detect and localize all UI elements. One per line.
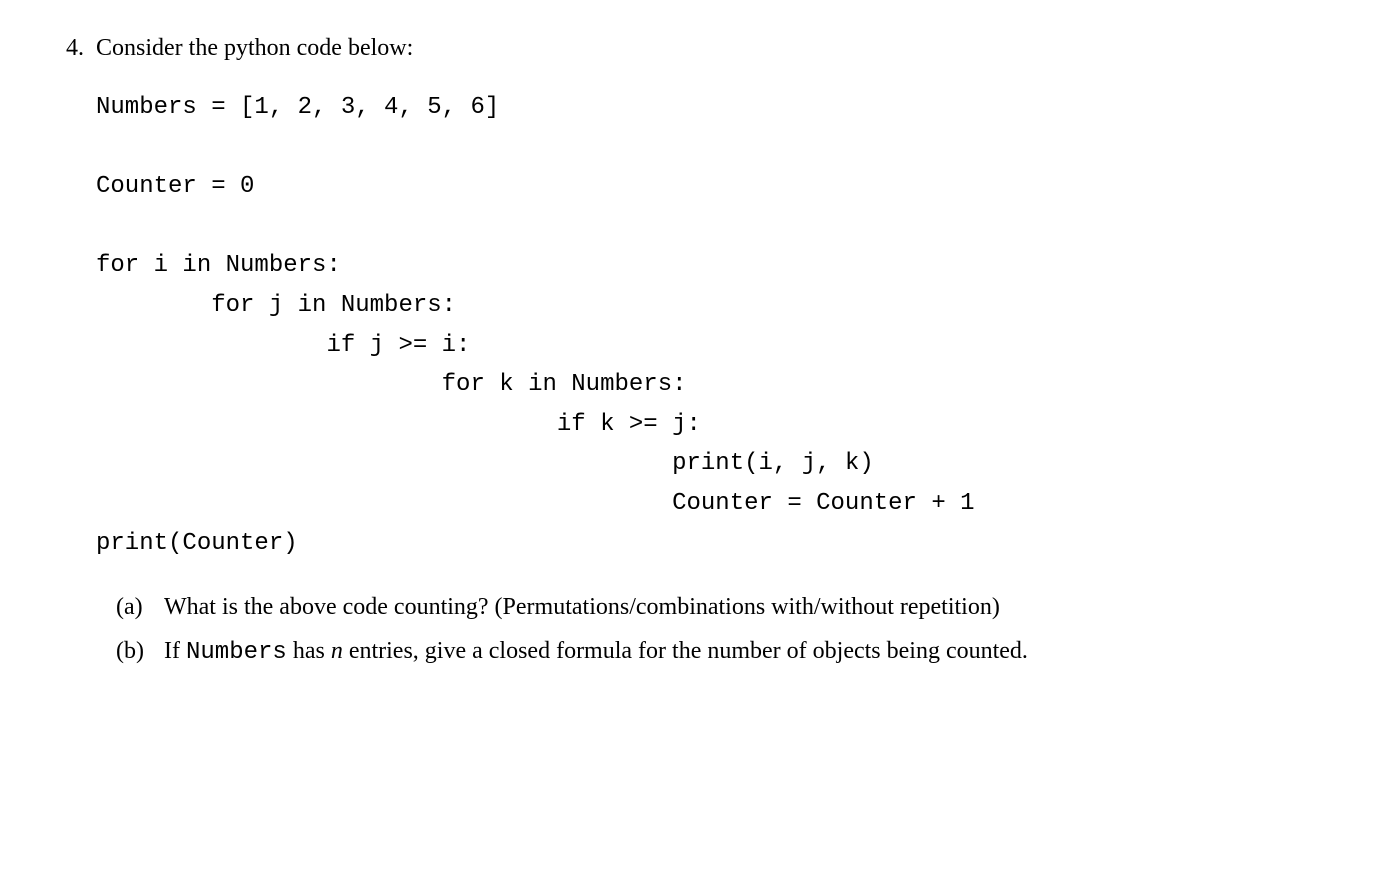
problem-intro: Consider the python code below: <box>96 30 1336 66</box>
tt-numbers: Numbers <box>186 639 287 666</box>
sub-label-b: (b) <box>116 633 164 669</box>
problem-number: 4. <box>50 30 96 66</box>
problem-container: 4. Consider the python code below: Numbe… <box>50 30 1336 679</box>
italic-n: n <box>331 638 343 664</box>
sub-label-a: (a) <box>116 589 164 625</box>
text-mid-b: has <box>287 638 331 664</box>
sub-content-a: What is the above code counting? (Permut… <box>164 589 1336 625</box>
text-before-b: If <box>164 638 186 664</box>
text-after-b: entries, give a closed formula for the n… <box>343 638 1028 664</box>
sub-content-b: If Numbers has n entries, give a closed … <box>164 633 1336 671</box>
sub-problem-a: (a) What is the above code counting? (Pe… <box>116 589 1336 625</box>
code-block: Numbers = [1, 2, 3, 4, 5, 6] Counter = 0… <box>96 88 1336 563</box>
problem-content: Consider the python code below: Numbers … <box>96 30 1336 679</box>
sub-problem-b: (b) If Numbers has n entries, give a clo… <box>116 633 1336 671</box>
sub-problems: (a) What is the above code counting? (Pe… <box>96 589 1336 671</box>
